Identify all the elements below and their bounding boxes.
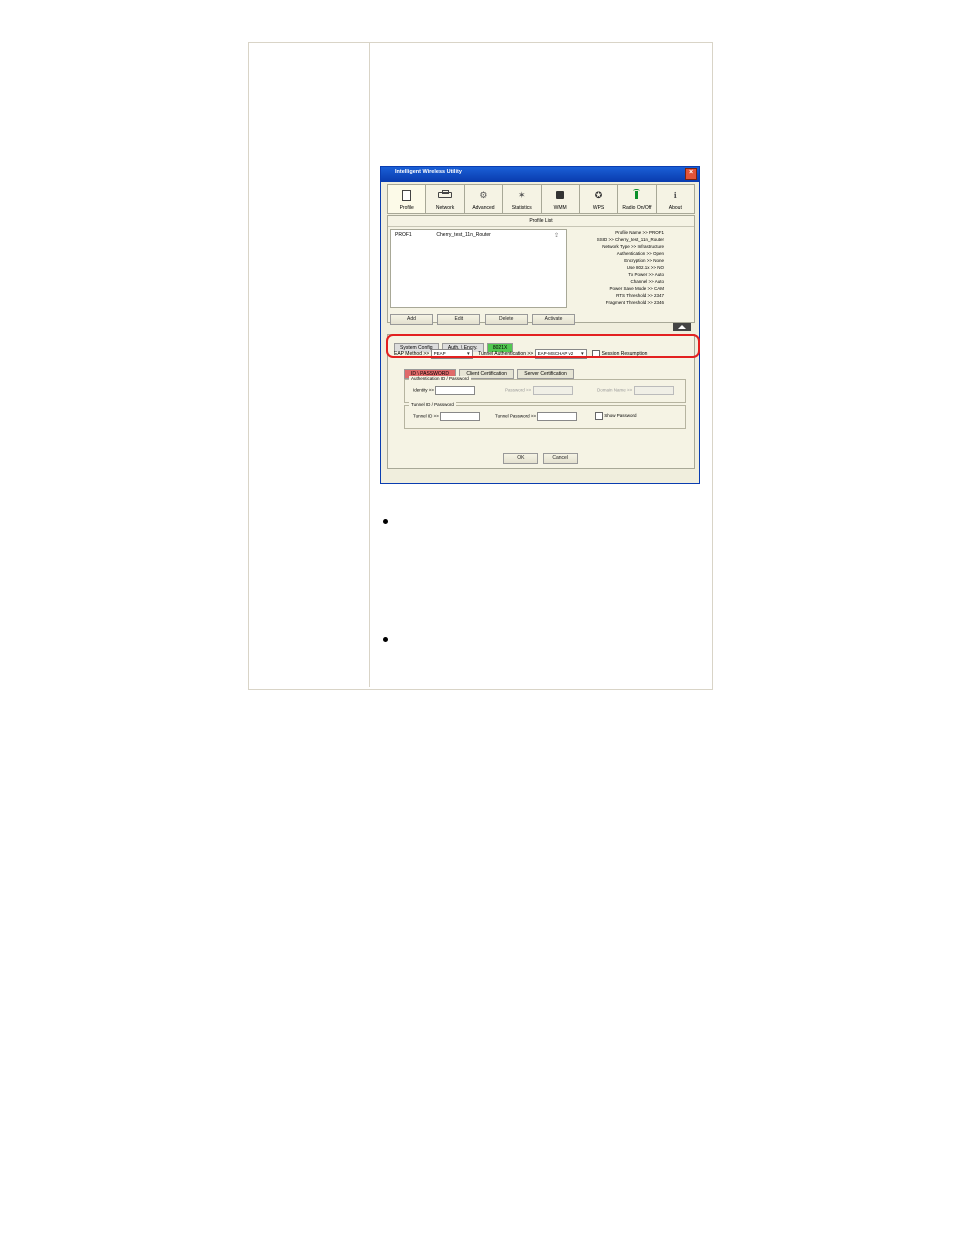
bullet-item (383, 633, 402, 645)
show-password-label: Show Password (604, 413, 636, 418)
tab-statistics[interactable]: ✶ Statistics (503, 185, 541, 213)
main-toolbar: Profile Network ⚙ Advanced ✶ Statisti (387, 184, 695, 214)
ok-button[interactable]: OK (503, 453, 538, 464)
edit-button[interactable]: Edit (437, 314, 480, 325)
radio-icon (635, 191, 638, 199)
domain-name-input (634, 386, 674, 395)
profile-details: Profile Name >> PROF1 SSID >> Cherry_tes… (570, 229, 692, 306)
add-button[interactable]: Add (390, 314, 433, 325)
delete-button[interactable]: Delete (485, 314, 528, 325)
wmm-icon (556, 191, 564, 199)
profile-list[interactable]: PROF1 Cherry_test_11n_Router ⇪ (390, 229, 567, 308)
profile-row[interactable]: PROF1 Cherry_test_11n_Router ⇪ (391, 230, 566, 240)
tab-radio-onoff[interactable]: Radio On/Off (618, 185, 656, 213)
auth-id-password-group: Authentication ID / Password Identity >>… (404, 379, 686, 403)
domain-name-label: Domain Name >> (597, 388, 632, 393)
tunnel-id-label: Tunnel ID >> (413, 414, 439, 419)
bullet-item (383, 515, 402, 527)
tab-wps[interactable]: ✪ WPS (580, 185, 618, 213)
profile-list-header: Profile List (388, 216, 694, 227)
tab-profile[interactable]: Profile (388, 185, 426, 213)
profile-list-panel: Profile List PROF1 Cherry_test_11n_Route… (387, 215, 695, 323)
tunnel-password-input[interactable] (537, 412, 577, 421)
show-password-checkbox[interactable] (595, 412, 603, 420)
tunnel-id-input[interactable] (440, 412, 480, 421)
gears-icon: ⚙ (479, 190, 487, 201)
about-icon: ℹ (674, 191, 677, 200)
statistics-icon: ✶ (518, 190, 526, 201)
signal-icon: ⇪ (554, 232, 559, 239)
title-bar[interactable]: Intelligent Wireless Utility × (380, 166, 700, 182)
eap-method-label: EAP Method >> (394, 351, 429, 357)
tunnel-password-label: Tunnel Password >> (495, 414, 536, 419)
identity-label: Identity >> (413, 388, 434, 393)
activate-button[interactable]: Activate (532, 314, 575, 325)
collapse-toggle[interactable] (673, 323, 691, 331)
tab-about[interactable]: ℹ About (657, 185, 694, 213)
wireless-utility-window: Intelligent Wireless Utility × Profile N… (380, 166, 700, 483)
password-label: Password >> (505, 388, 531, 393)
subtab-server-cert[interactable]: Server Certification (517, 369, 574, 379)
session-resumption-checkbox[interactable] (592, 350, 600, 358)
close-icon[interactable]: × (685, 168, 697, 180)
tab-advanced[interactable]: ⚙ Advanced (465, 185, 503, 213)
identity-input[interactable] (435, 386, 475, 395)
tab-wmm[interactable]: WMM (542, 185, 580, 213)
session-resumption-label: Session Resumption (602, 351, 648, 357)
tunnel-id-password-group: Tunnel ID / Password Tunnel ID >> Tunnel… (404, 405, 686, 429)
tunnel-auth-select[interactable]: EAP-MSCHAP v2 (535, 349, 587, 359)
bullet-icon (383, 519, 388, 524)
tunnel-auth-label: Tunnel Authentication >> (478, 351, 533, 357)
network-icon (438, 192, 452, 198)
profile-icon (402, 190, 411, 201)
bullet-icon (383, 637, 388, 642)
config-panel: System Config Auth. \ Encry. 8021X EAP M… (387, 334, 695, 469)
cancel-button[interactable]: Cancel (543, 453, 578, 464)
tab-network[interactable]: Network (426, 185, 464, 213)
wps-icon: ✪ (595, 190, 603, 201)
eap-method-select[interactable]: PEAP (431, 349, 473, 359)
password-input (533, 386, 573, 395)
window-title: Intelligent Wireless Utility (395, 169, 462, 175)
